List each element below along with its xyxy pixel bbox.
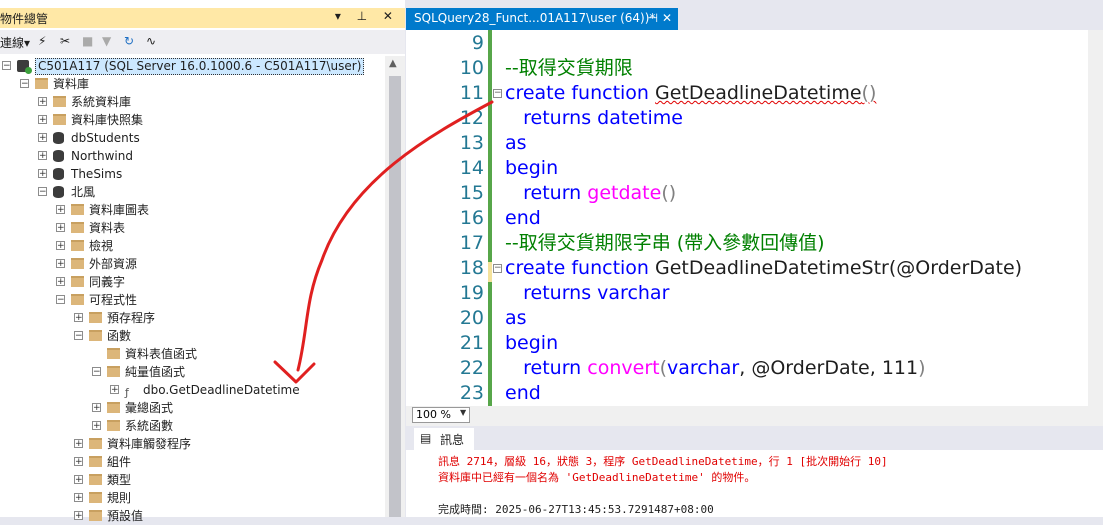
annotation-arrow-stroke <box>296 100 494 372</box>
annotation-arrow <box>273 100 494 384</box>
annotation-arrow-head <box>273 360 316 384</box>
